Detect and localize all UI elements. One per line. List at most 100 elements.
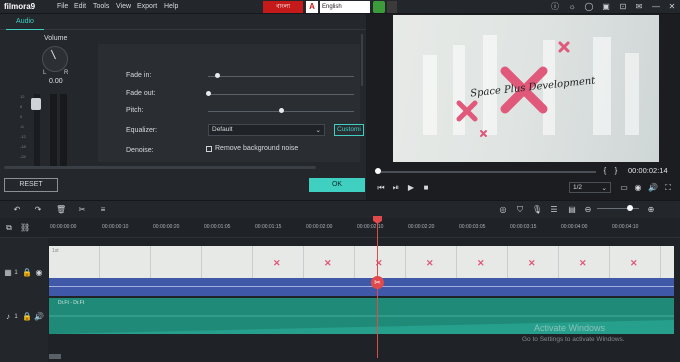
brace-right-icon[interactable]: } [611, 166, 621, 176]
lock-icon[interactable]: 🔒 [22, 312, 32, 322]
link-icon[interactable]: ⛓ [20, 223, 30, 233]
panel-horizontal-scrollbar[interactable] [4, 166, 316, 169]
fade-in-handle[interactable] [214, 73, 220, 78]
preview-seek-bar[interactable] [378, 171, 596, 173]
timecode: 00:00:02:14 [628, 166, 668, 175]
zoom-out-icon[interactable]: ⊖ [583, 205, 593, 215]
menu-export[interactable]: Export [137, 3, 157, 10]
equalizer-select[interactable]: Default ⌄ [208, 124, 325, 136]
mail-icon[interactable]: ✉ [634, 2, 644, 12]
volume-knob[interactable] [42, 46, 68, 72]
clip-thumbnail: ✕ [559, 246, 610, 278]
scale-tick: -12 [20, 134, 26, 139]
menu-help[interactable]: Help [164, 3, 178, 10]
step-back-icon[interactable]: ⏮ [376, 183, 386, 193]
mixer-icon[interactable]: ☰ [549, 205, 559, 215]
level-meter-left [50, 94, 57, 168]
snapshot-icon[interactable]: ◉ [633, 183, 643, 193]
menu-edit[interactable]: Edit [74, 3, 86, 10]
menu-file[interactable]: File [57, 3, 68, 10]
play-pause-icon[interactable]: ⏯ [391, 183, 401, 193]
menu-view[interactable]: View [116, 3, 131, 10]
zoom-value: 1/2 [573, 184, 583, 191]
brace-left-icon[interactable]: { [600, 166, 610, 176]
right-label: R [64, 70, 69, 76]
ime-settings-icon[interactable] [373, 1, 385, 13]
split-icon[interactable]: ✂ [371, 276, 384, 289]
denoise-checkbox[interactable] [206, 146, 212, 152]
language-select[interactable]: English [320, 1, 370, 13]
audio-clip-label: Dr.Ft - Dr.Ft [58, 300, 85, 306]
subtitle-icon[interactable]: ▤ [567, 205, 577, 215]
add-track-icon[interactable]: ⧉ [4, 223, 14, 233]
timeline-horizontal-scrollbar[interactable] [49, 354, 61, 359]
pitch-handle[interactable] [279, 108, 284, 113]
tab-audio[interactable]: Audio [6, 18, 44, 30]
clip-thumbnail: ✕ [355, 246, 406, 278]
equalizer-value: Default [212, 126, 233, 133]
fade-out-handle[interactable] [206, 91, 211, 96]
volume-value: 0.00 [49, 78, 63, 85]
save-icon[interactable]: ▣ [601, 2, 611, 12]
linked-audio-clip[interactable] [49, 278, 674, 296]
reset-button[interactable]: RESET [4, 178, 58, 192]
microphone-icon[interactable]: 🎙 [532, 205, 542, 215]
thumb-x-mark: ✕ [324, 258, 332, 268]
chevron-down-icon: ⌄ [315, 127, 321, 134]
volume-label: Volume [44, 35, 68, 42]
customize-button[interactable]: Customi [334, 124, 364, 136]
thumb-x-mark: ✕ [579, 258, 587, 268]
close-icon[interactable]: ✕ [667, 2, 677, 12]
clip-thumbnail: ✕ [457, 246, 508, 278]
video-clip[interactable]: ✕ ✕ ✕ ✕ ✕ ✕ ✕ ✕ [49, 246, 674, 278]
preview-zoom-select[interactable]: 1/2 ⌄ [569, 182, 611, 193]
keyboard-icon[interactable]: A [306, 1, 318, 13]
ruler-label: 00:00:00:10 [102, 224, 129, 230]
ime-pin-icon[interactable] [387, 1, 397, 13]
ime-toolbar: বাংলা A English [263, 0, 397, 14]
marker-icon[interactable]: ⛉ [515, 205, 525, 215]
cut-icon[interactable]: ✂ [77, 205, 87, 215]
volume-icon[interactable]: 🔊 [648, 183, 658, 193]
zoom-in-icon[interactable]: ⊕ [646, 205, 656, 215]
ruler-label: 00:00:01:15 [255, 224, 282, 230]
fade-in-slider[interactable] [208, 76, 354, 77]
timeline-zoom-handle[interactable] [627, 205, 633, 211]
stop-icon[interactable]: ■ [421, 183, 431, 193]
scale-tick: -18 [20, 144, 26, 149]
lock-icon[interactable]: 🔒 [22, 268, 32, 278]
preview-seek-handle[interactable] [375, 168, 381, 174]
info-icon[interactable]: ⓘ [550, 2, 560, 12]
fullscreen-icon[interactable]: ⛶ [663, 183, 673, 193]
title-bar: filmora9 File Edit Tools View Export Hel… [0, 0, 680, 14]
volume-fader-handle[interactable] [31, 98, 41, 110]
cart-icon[interactable]: ⊡ [618, 2, 628, 12]
tab-bar: Audio [0, 14, 366, 30]
monitor-icon[interactable]: ▭ [619, 183, 629, 193]
ruler-label: 00:00:02:10 [357, 224, 384, 230]
minimize-icon[interactable]: — [651, 2, 661, 12]
clip-thumbnail: ✕ [406, 246, 457, 278]
bangla-keyboard-button[interactable]: বাংলা [263, 1, 303, 13]
lightbulb-icon[interactable]: ☼ [567, 2, 577, 12]
speaker-icon[interactable]: 🔊 [34, 312, 44, 322]
delete-icon[interactable]: 🗑 [56, 205, 66, 215]
scale-tick: -6 [20, 124, 24, 129]
eye-icon[interactable]: ◉ [34, 268, 44, 278]
fade-out-slider[interactable] [208, 94, 354, 95]
clip-thumbnail [100, 246, 151, 278]
panel-vertical-scrollbar[interactable] [361, 34, 363, 86]
timeline-ruler[interactable]: 00:00:00:00 00:00:00:10 00:00:00:20 00:0… [0, 218, 680, 238]
app-logo: filmora9 [4, 2, 36, 11]
ok-button[interactable]: OK [309, 178, 365, 192]
redo-icon[interactable]: ↷ [33, 205, 43, 215]
render-icon[interactable]: ◎ [498, 205, 508, 215]
play-icon[interactable]: ▶ [406, 183, 416, 193]
adjust-icon[interactable]: ≡ [98, 205, 108, 215]
menu-tools[interactable]: Tools [93, 3, 109, 10]
clip-thumbnail: ✕ [253, 246, 304, 278]
clip-thumbnail: ✕ [304, 246, 355, 278]
left-label: L [43, 70, 47, 76]
undo-icon[interactable]: ↶ [12, 205, 22, 215]
user-icon[interactable]: ◯ [584, 2, 594, 12]
